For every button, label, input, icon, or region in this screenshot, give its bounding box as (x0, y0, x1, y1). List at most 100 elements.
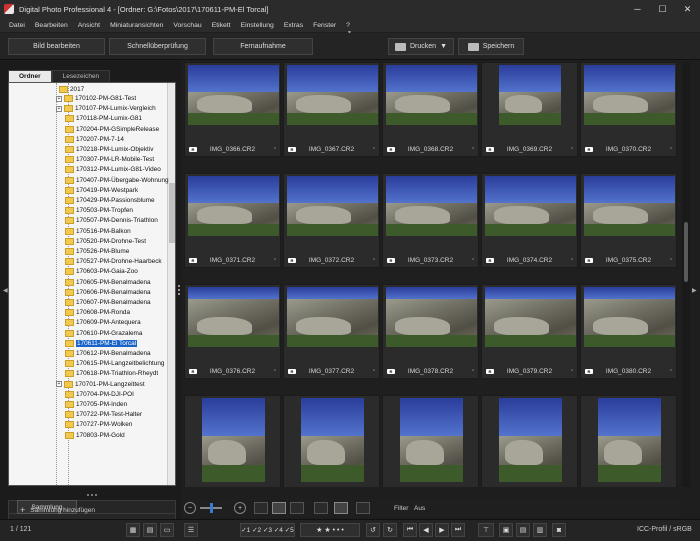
thumbnail-cell[interactable]: R IMG_0368.CR2 ▫ (382, 62, 479, 157)
tree-folder-item[interactable]: 170704-PM-DJI-POI (65, 390, 134, 399)
tree-folder-item[interactable]: 170603-PM-Gaia-Zoo (65, 267, 138, 276)
tree-scroll-thumb[interactable] (169, 183, 175, 243)
tree-folder-item[interactable]: 170429-PM-Passionsblume (65, 196, 155, 205)
rotate-left-button[interactable]: ↺ (366, 523, 380, 537)
tree-folder-item[interactable]: 170207-PM-7-14 (65, 135, 124, 144)
tab-ordner[interactable]: Ordner (8, 70, 52, 82)
grid-scroll-thumb[interactable] (684, 222, 688, 282)
add-collection-button[interactable]: + Sammlung hinzufügen (20, 505, 95, 515)
thumbnail-cell[interactable]: R IMG_0366.CR2 ▫ (184, 62, 281, 157)
print-button[interactable]: Drucken ▼ (388, 38, 454, 55)
menu-etikett[interactable]: Etikett (207, 22, 236, 29)
thumbnail-cell[interactable]: R IMG_0375.CR2 ▫ (580, 173, 677, 268)
last-image-button[interactable]: ⏭ (451, 523, 465, 537)
check-box-icon[interactable]: ▫ (670, 368, 672, 374)
menu-miniaturansichten[interactable]: Miniaturansichten (105, 22, 168, 29)
tree-folder-item[interactable]: 170610-PM-Grazalema (65, 329, 142, 338)
thumbnail-cell[interactable]: R IMG_0373.CR2 ▫ (382, 173, 479, 268)
pane-splitter-handle[interactable] (178, 285, 180, 295)
tree-folder-item[interactable]: 170218-PM-Lumix-Objektiv (65, 145, 153, 154)
tree-folder-item[interactable]: 170612-PM-Benalmadena (65, 349, 151, 358)
compare-toggle[interactable] (356, 501, 370, 515)
thumbnail-cell[interactable] (481, 395, 578, 487)
thumbnail-cell[interactable] (283, 395, 380, 487)
tree-folder-item[interactable]: 170204-PM-GSimpleRelease (65, 125, 159, 134)
check-box-icon[interactable]: ▫ (472, 257, 474, 263)
tree-folder-item[interactable]: +170107-PM-Lumix-Vergleich (56, 104, 156, 113)
check-box-icon[interactable]: ▫ (274, 368, 276, 374)
thumbnail-cell[interactable]: R IMG_0379.CR2 ▫ (481, 284, 578, 379)
view-mode-medium[interactable] (272, 501, 286, 515)
tree-folder-item[interactable]: 170503-PM-Tropfen (65, 206, 133, 215)
zoom-out-button[interactable]: − (184, 502, 196, 514)
check-box-icon[interactable]: ▫ (571, 368, 573, 374)
thumbnail-cell[interactable] (382, 395, 479, 487)
check-box-icon[interactable]: ▫ (274, 257, 276, 263)
thumbnail-cell[interactable]: R IMG_0378.CR2 ▫ (382, 284, 479, 379)
tree-folder-item[interactable]: 170803-PM-Gold (65, 431, 125, 440)
tree-folder-item[interactable]: +170701-PM-Langzeittest (56, 380, 145, 389)
rotate-right-button[interactable]: ↻ (383, 523, 397, 537)
thumbnail-cell[interactable]: R IMG_0367.CR2 ▫ (283, 62, 380, 157)
histogram-button[interactable]: ▤ (516, 523, 530, 537)
tree-folder-item[interactable]: 170609-PM-Antequera (65, 318, 141, 327)
check-box-icon[interactable]: ▫ (472, 368, 474, 374)
thumbnail-cell[interactable]: R IMG_0371.CR2 ▫ (184, 173, 281, 268)
tree-folder-item[interactable]: 170520-PM-Drohne-Test (65, 237, 146, 246)
check-box-icon[interactable]: ▫ (373, 257, 375, 263)
check-box-icon[interactable]: ▫ (571, 146, 573, 152)
check-box-icon[interactable]: ▫ (670, 146, 672, 152)
tree-folder-item[interactable]: 170722-PM-Test-Halter (65, 410, 142, 419)
layout-single-button[interactable]: ▭ (160, 523, 174, 537)
thumbnail-cell[interactable]: R IMG_0372.CR2 ▫ (283, 173, 380, 268)
tree-folder-item[interactable]: 170608-PM-Ronda (65, 308, 130, 317)
tree-folder-item[interactable]: +170102-PM-G81-Test (56, 94, 136, 103)
check-box-icon[interactable]: ▫ (472, 146, 474, 152)
view-mode-small[interactable] (254, 501, 268, 515)
menu-vorschau[interactable]: Vorschau (168, 22, 206, 29)
tree-folder-item[interactable]: 170705-PM-Inden (65, 400, 127, 409)
check-box-icon[interactable]: ▫ (571, 257, 573, 263)
thumbnail-cell[interactable] (184, 395, 281, 487)
close-button[interactable]: ✕ (675, 0, 700, 18)
tree-folder-item[interactable]: 170605-PM-Benalmadena (65, 278, 151, 287)
first-image-button[interactable]: ⏮ (403, 523, 417, 537)
tree-folder-item[interactable]: 170615-PM-Langzeitbelichtung (65, 359, 164, 368)
minimize-button[interactable]: ─ (625, 0, 650, 18)
info-button[interactable]: ▣ (499, 523, 513, 537)
grid-scrollbar[interactable] (682, 62, 690, 487)
tree-folder-item[interactable]: 170526-PM-Blume (65, 247, 129, 256)
tree-folder-item[interactable]: 170312-PM-Lumix-G81-Video (65, 165, 161, 174)
group-toggle[interactable] (334, 501, 348, 515)
menu-bearbeiten[interactable]: Bearbeiten (30, 22, 73, 29)
check-mark-buttons[interactable]: ✓1 ✓2 ✓3 ✓4 ✓5 (240, 523, 295, 537)
tree-folder-item[interactable]: 170618-PM-Triathlon-Rheydt (65, 369, 158, 378)
menu-einstellung[interactable]: Einstellung (236, 22, 279, 29)
tree-scrollbar[interactable] (167, 83, 175, 485)
panel-splitter-handle[interactable] (87, 494, 97, 496)
thumbnail-cell[interactable]: R IMG_0374.CR2 ▫ (481, 173, 578, 268)
next-image-button[interactable]: ▶ (435, 523, 449, 537)
zoom-in-button[interactable]: + (234, 502, 246, 514)
thumbnail-cell[interactable]: R IMG_0369.CR2 ▫ (481, 62, 578, 157)
tree-folder-item[interactable]: 170607-PM-Benalmadena (65, 298, 151, 307)
remote-shooting-button[interactable]: Fernaufnahme (213, 38, 313, 55)
tab-lesezeichen[interactable]: Lesezeichen (51, 70, 111, 82)
camera-button[interactable]: ◙ (552, 523, 566, 537)
layout-grid-button[interactable]: ▦ (126, 523, 140, 537)
rating-buttons[interactable]: ★ ★ • • • (300, 523, 360, 537)
menu-help[interactable]: ? (341, 22, 355, 29)
raw-jpeg-toggle[interactable] (314, 501, 328, 515)
tree-folder-item[interactable]: 170419-PM-Westpark (65, 186, 138, 195)
check-box-icon[interactable]: ▫ (373, 146, 375, 152)
thumbnail-cell[interactable]: R IMG_0377.CR2 ▫ (283, 284, 380, 379)
check-box-icon[interactable]: ▫ (670, 257, 672, 263)
tree-folder-item[interactable]: 170516-PM-Balkon (65, 227, 131, 236)
menu-extras[interactable]: Extras (279, 22, 308, 29)
tree-folder-item[interactable]: 170307-PM-LR-Mobile-Test (65, 155, 154, 164)
filter-value[interactable]: Aus (414, 501, 425, 515)
tree-folder-item[interactable]: 170611-PM-El Torcal (65, 339, 138, 348)
collapse-left-icon[interactable]: ◀ (3, 287, 8, 294)
collapse-right-icon[interactable]: ▶ (692, 287, 697, 294)
menu-fenster[interactable]: Fenster (308, 22, 341, 29)
